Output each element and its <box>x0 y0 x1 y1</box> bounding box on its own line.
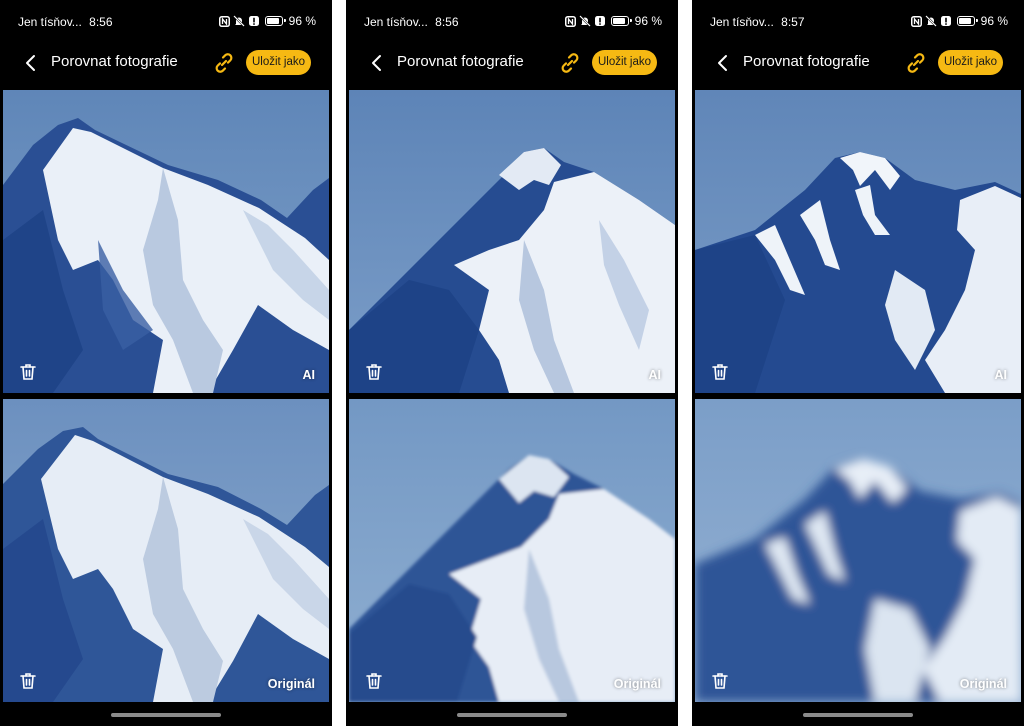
back-arrow-icon[interactable] <box>712 52 734 74</box>
trash-icon[interactable] <box>710 362 730 382</box>
mountain-photo-original <box>349 399 675 702</box>
clock-time: 8:56 <box>89 15 113 29</box>
page-title: Porovnat fotografie <box>743 53 870 70</box>
status-bar: Jen tísňov... 8:57 96 % <box>692 0 1024 40</box>
home-indicator[interactable] <box>111 713 221 717</box>
save-as-button[interactable]: Uložit jako <box>938 50 1003 75</box>
clock-time: 8:57 <box>781 15 805 29</box>
battery-icon <box>610 16 632 26</box>
carrier-text: Jen tísňov... <box>18 15 82 29</box>
original-photo-panel[interactable]: Originál <box>695 399 1021 702</box>
app-bar: Porovnat fotografie Uložit jako <box>692 40 1024 86</box>
battery-percent: 96 % <box>288 14 316 28</box>
mountain-photo-ai <box>349 90 675 393</box>
back-arrow-icon[interactable] <box>20 52 42 74</box>
alert-icon <box>248 16 259 26</box>
ai-photo-panel[interactable]: AI <box>3 90 329 393</box>
original-photo-panel[interactable]: Originál <box>3 399 329 702</box>
link-icon[interactable] <box>558 51 582 75</box>
carrier-text: Jen tísňov... <box>710 15 774 29</box>
mountain-photo-original <box>695 399 1021 702</box>
trash-icon[interactable] <box>710 671 730 691</box>
ai-label: AI <box>994 368 1008 382</box>
phone-screen-2: Jen tísňov... 8:56 96 % Porovnat fotogra… <box>346 0 678 726</box>
original-photo-panel[interactable]: Originál <box>349 399 675 702</box>
clock-time: 8:56 <box>435 15 459 29</box>
link-icon[interactable] <box>904 51 928 75</box>
mountain-photo-original <box>3 399 329 702</box>
home-indicator[interactable] <box>803 713 913 717</box>
back-arrow-icon[interactable] <box>366 52 388 74</box>
battery-icon <box>264 16 286 26</box>
alert-icon <box>940 16 951 26</box>
carrier-text: Jen tísňov... <box>364 15 428 29</box>
original-label: Originál <box>959 677 1007 691</box>
battery-icon <box>956 16 978 26</box>
save-as-button[interactable]: Uložit jako <box>246 50 311 75</box>
nfc-icon <box>910 15 922 27</box>
home-indicator[interactable] <box>457 713 567 717</box>
trash-icon[interactable] <box>364 362 384 382</box>
status-bar: Jen tísňov... 8:56 96 % <box>0 0 332 40</box>
original-label: Originál <box>613 677 661 691</box>
nfc-icon <box>564 15 576 27</box>
alert-icon <box>594 16 605 26</box>
nfc-icon <box>218 15 230 27</box>
original-label: Originál <box>267 677 315 691</box>
mountain-photo-ai <box>695 90 1021 393</box>
trash-icon[interactable] <box>364 671 384 691</box>
ai-photo-panel[interactable]: AI <box>349 90 675 393</box>
page-title: Porovnat fotografie <box>397 53 524 70</box>
app-bar: Porovnat fotografie Uložit jako <box>0 40 332 86</box>
ai-photo-panel[interactable]: AI <box>695 90 1021 393</box>
trash-icon[interactable] <box>18 362 38 382</box>
mute-icon <box>232 15 245 27</box>
phone-screen-1: Jen tísňov... 8:56 96 % Porovnat fotogra… <box>0 0 332 726</box>
save-as-button[interactable]: Uložit jako <box>592 50 657 75</box>
mountain-photo-ai <box>3 90 329 393</box>
status-bar: Jen tísňov... 8:56 96 % <box>346 0 678 40</box>
ai-label: AI <box>648 368 662 382</box>
app-bar: Porovnat fotografie Uložit jako <box>346 40 678 86</box>
phone-screen-3: Jen tísňov... 8:57 96 % Porovnat fotogra… <box>692 0 1024 726</box>
mute-icon <box>924 15 937 27</box>
battery-percent: 96 % <box>634 14 662 28</box>
page-title: Porovnat fotografie <box>51 53 178 70</box>
link-icon[interactable] <box>212 51 236 75</box>
ai-label: AI <box>302 368 316 382</box>
trash-icon[interactable] <box>18 671 38 691</box>
battery-percent: 96 % <box>980 14 1008 28</box>
mute-icon <box>578 15 591 27</box>
